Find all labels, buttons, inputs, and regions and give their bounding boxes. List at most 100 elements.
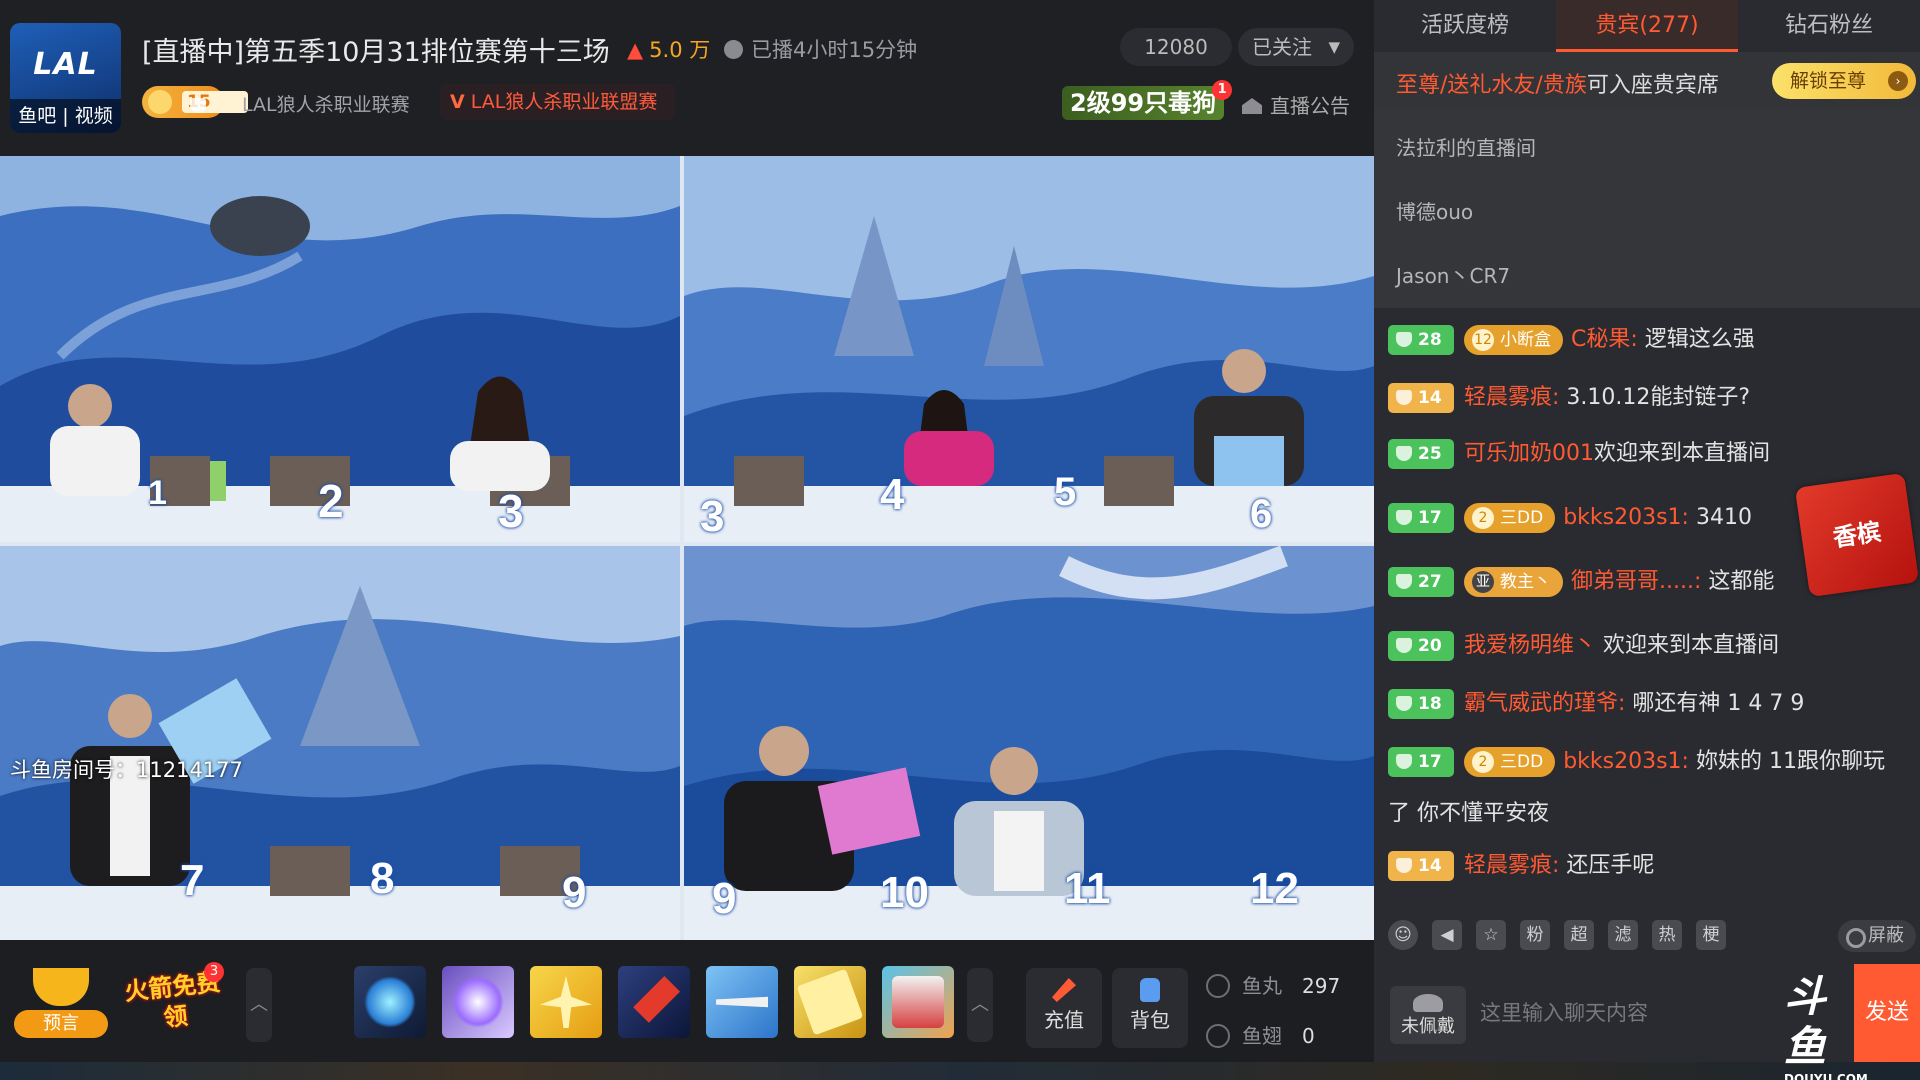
badge-wear-button[interactable]: 未佩戴	[1390, 986, 1466, 1044]
vip-seat-highlight: 至尊/送礼水友/贵族	[1396, 73, 1587, 98]
free-rocket-button[interactable]: 火箭免费领 3	[123, 962, 224, 1046]
gift-banner-badge: 1	[1212, 80, 1233, 100]
user-level-badge: 14	[1388, 383, 1454, 413]
predict-label: 预言	[14, 1010, 108, 1038]
chat-text: 欢迎来到本直播间	[1594, 441, 1771, 466]
badge-icon	[1413, 994, 1443, 1012]
chat-username[interactable]: bkks203s1:	[1563, 505, 1689, 530]
recharge-icon	[1052, 978, 1076, 1002]
gift-list-expand-button[interactable]: ︿	[967, 968, 993, 1042]
meme-button[interactable]: 梗	[1696, 920, 1726, 950]
side-panel: 活跃度榜 贵宾(277) 钻石粉丝 至尊/送礼水友/贵族可入座贵宾席 解锁至尊 ›…	[1374, 0, 1920, 1080]
gift-item-plane-gold[interactable]	[530, 966, 602, 1038]
chat-username[interactable]: 我爱杨明维丶	[1464, 633, 1596, 658]
filter-button[interactable]: 滤	[1608, 920, 1638, 950]
tab-activity-rank[interactable]: 活跃度榜	[1374, 0, 1556, 52]
logo-sub-links[interactable]: 鱼吧 | 视频	[10, 99, 121, 133]
emoji-icon[interactable]: ☺	[1388, 920, 1418, 950]
vip-guest-item[interactable]: 法拉利的直播间	[1396, 132, 1536, 161]
fan-level-badge[interactable]: 15	[142, 86, 248, 118]
chat-tools: ☺ ◀ ☆ 粉 超 滤 热 梗 屏蔽	[1374, 908, 1920, 964]
chat-text: 这都能	[1708, 569, 1775, 594]
toolbar-expand-button[interactable]: ︿	[246, 968, 272, 1042]
seat-number-label: 8	[370, 854, 395, 903]
backpack-button[interactable]: 背包	[1112, 968, 1188, 1048]
video-player[interactable]: 1 2 3 3 4 5 6 7 8 9 9 10 11 12	[0, 156, 1374, 940]
chat-username[interactable]: C秘果:	[1571, 327, 1638, 352]
shield-toggle[interactable]: 屏蔽	[1838, 920, 1916, 952]
promo-float-badge[interactable]: 香槟	[1794, 472, 1920, 598]
gift-item-galaxy[interactable]	[442, 966, 514, 1038]
fan-filter-button[interactable]: 粉	[1520, 920, 1550, 950]
fan-badge: 亚教主丶	[1464, 567, 1563, 597]
flame-icon: ▲	[627, 38, 644, 62]
announcement-button[interactable]: 直播公告	[1242, 90, 1350, 119]
tab-vip-guests[interactable]: 贵宾(277)	[1556, 0, 1738, 52]
chat-message: 28 12 小断盒 C秘果: 逻辑这么强	[1388, 320, 1755, 360]
gift-item-rocket[interactable]	[618, 966, 690, 1038]
seat-number-label: 3	[498, 485, 524, 537]
chat-username[interactable]: 轻晨雾痕:	[1464, 385, 1559, 410]
star-icon[interactable]: ☆	[1476, 920, 1506, 950]
user-level-badge: 14	[1388, 851, 1454, 881]
room-header: LAL 鱼吧 | 视频 [直播中]第五季10月31排位赛第十三场 ▲ 5.0 万 …	[0, 0, 1374, 156]
vip-guest-item[interactable]: Jason丶CR7	[1396, 260, 1510, 289]
panel-tabs: 活跃度榜 贵宾(277) 钻石粉丝	[1374, 0, 1920, 52]
galaxy-icon	[452, 976, 504, 1028]
chat-username[interactable]: 轻晨雾痕:	[1464, 853, 1559, 878]
seat-number-label: 9	[712, 874, 737, 923]
chat-message: 14 轻晨雾痕: 3.10.12能封链子?	[1388, 378, 1750, 418]
gift-item-scene[interactable]	[882, 966, 954, 1038]
hot-number: 5.0 万	[649, 38, 711, 62]
room-logo[interactable]: LAL 鱼吧 | 视频	[10, 23, 121, 133]
guild-name[interactable]: LAL狼人杀职业联赛	[242, 90, 410, 117]
chat-list[interactable]: 28 12 小断盒 C秘果: 逻辑这么强 14 轻晨雾痕: 3.10.12能封链子? 2…	[1374, 308, 1920, 908]
chevron-down-icon: ▼	[1328, 38, 1340, 56]
scene-icon	[892, 976, 944, 1028]
user-level-badge: 27	[1388, 567, 1454, 597]
fish-fin-label: 鱼翅	[1242, 1024, 1282, 1048]
broadcast-icon[interactable]: ◀	[1432, 920, 1462, 950]
gift-item-card[interactable]	[794, 966, 866, 1038]
recharge-button[interactable]: 充值	[1026, 968, 1102, 1048]
douyu-url: DOUYU.COM	[1784, 1072, 1868, 1080]
follow-button[interactable]: 已关注 ▼	[1238, 28, 1354, 66]
predict-button[interactable]: 预言	[14, 968, 108, 1046]
unlock-supreme-button[interactable]: 解锁至尊 ›	[1772, 63, 1916, 99]
seat-number-label: 10	[880, 868, 929, 917]
fan-avatar-icon: 亚	[1472, 571, 1494, 593]
gift-banner[interactable]: 2级99只毒狗 1	[1062, 80, 1233, 120]
card-icon	[796, 968, 864, 1036]
chat-message-continuation: 了 你不懂平安夜	[1388, 801, 1549, 826]
seat-number-label: 7	[180, 856, 205, 905]
chat-username[interactable]: 霸气威武的瑾爷:	[1464, 691, 1625, 716]
chat-username[interactable]: 御弟哥哥.....:	[1571, 569, 1701, 594]
seat-number-label: 1	[148, 474, 167, 512]
super-button[interactable]: 超	[1564, 920, 1594, 950]
fish-ball-label: 鱼丸	[1242, 974, 1282, 998]
hot-button[interactable]: 热	[1652, 920, 1682, 950]
chat-username[interactable]: 可乐加奶001	[1464, 441, 1594, 466]
chat-message: 25 可乐加奶001欢迎来到本直播间	[1388, 434, 1770, 474]
fish-fin-value: 0	[1302, 1024, 1315, 1048]
chat-username[interactable]: bkks203s1:	[1563, 749, 1689, 774]
chat-message: 20 我爱杨明维丶 欢迎来到本直播间	[1388, 626, 1779, 666]
gift-item-jet[interactable]	[706, 966, 778, 1038]
user-level-badge: 18	[1388, 689, 1454, 719]
vip-guest-item[interactable]: 博德ouo	[1396, 196, 1473, 225]
fan-badge: 12 小断盒	[1464, 325, 1563, 355]
fan-badge-name: 小断盒	[1500, 330, 1551, 350]
vip-guest-list: 法拉利的直播间 博德ouo Jason丶CR7	[1374, 108, 1920, 308]
chat-message: 14 轻晨雾痕: 还压手呢	[1388, 846, 1654, 886]
chat-text: 3410	[1695, 505, 1752, 530]
guild-link[interactable]: V LAL狼人杀职业联盟赛	[440, 84, 676, 120]
backpack-label: 背包	[1130, 1008, 1170, 1032]
chat-text: 哪还有神 1 4 7 9	[1632, 691, 1805, 716]
free-rocket-badge: 3	[204, 962, 224, 982]
tab-diamond-fans[interactable]: 钻石粉丝	[1738, 0, 1920, 52]
gift-item-gem[interactable]	[354, 966, 426, 1038]
send-button[interactable]: 发送	[1854, 964, 1920, 1062]
vip-seat-bar: 至尊/送礼水友/贵族可入座贵宾席 解锁至尊 ›	[1374, 52, 1920, 108]
vip-seat-text: 至尊/送礼水友/贵族可入座贵宾席	[1396, 67, 1719, 99]
chat-input[interactable]	[1480, 974, 1790, 1052]
